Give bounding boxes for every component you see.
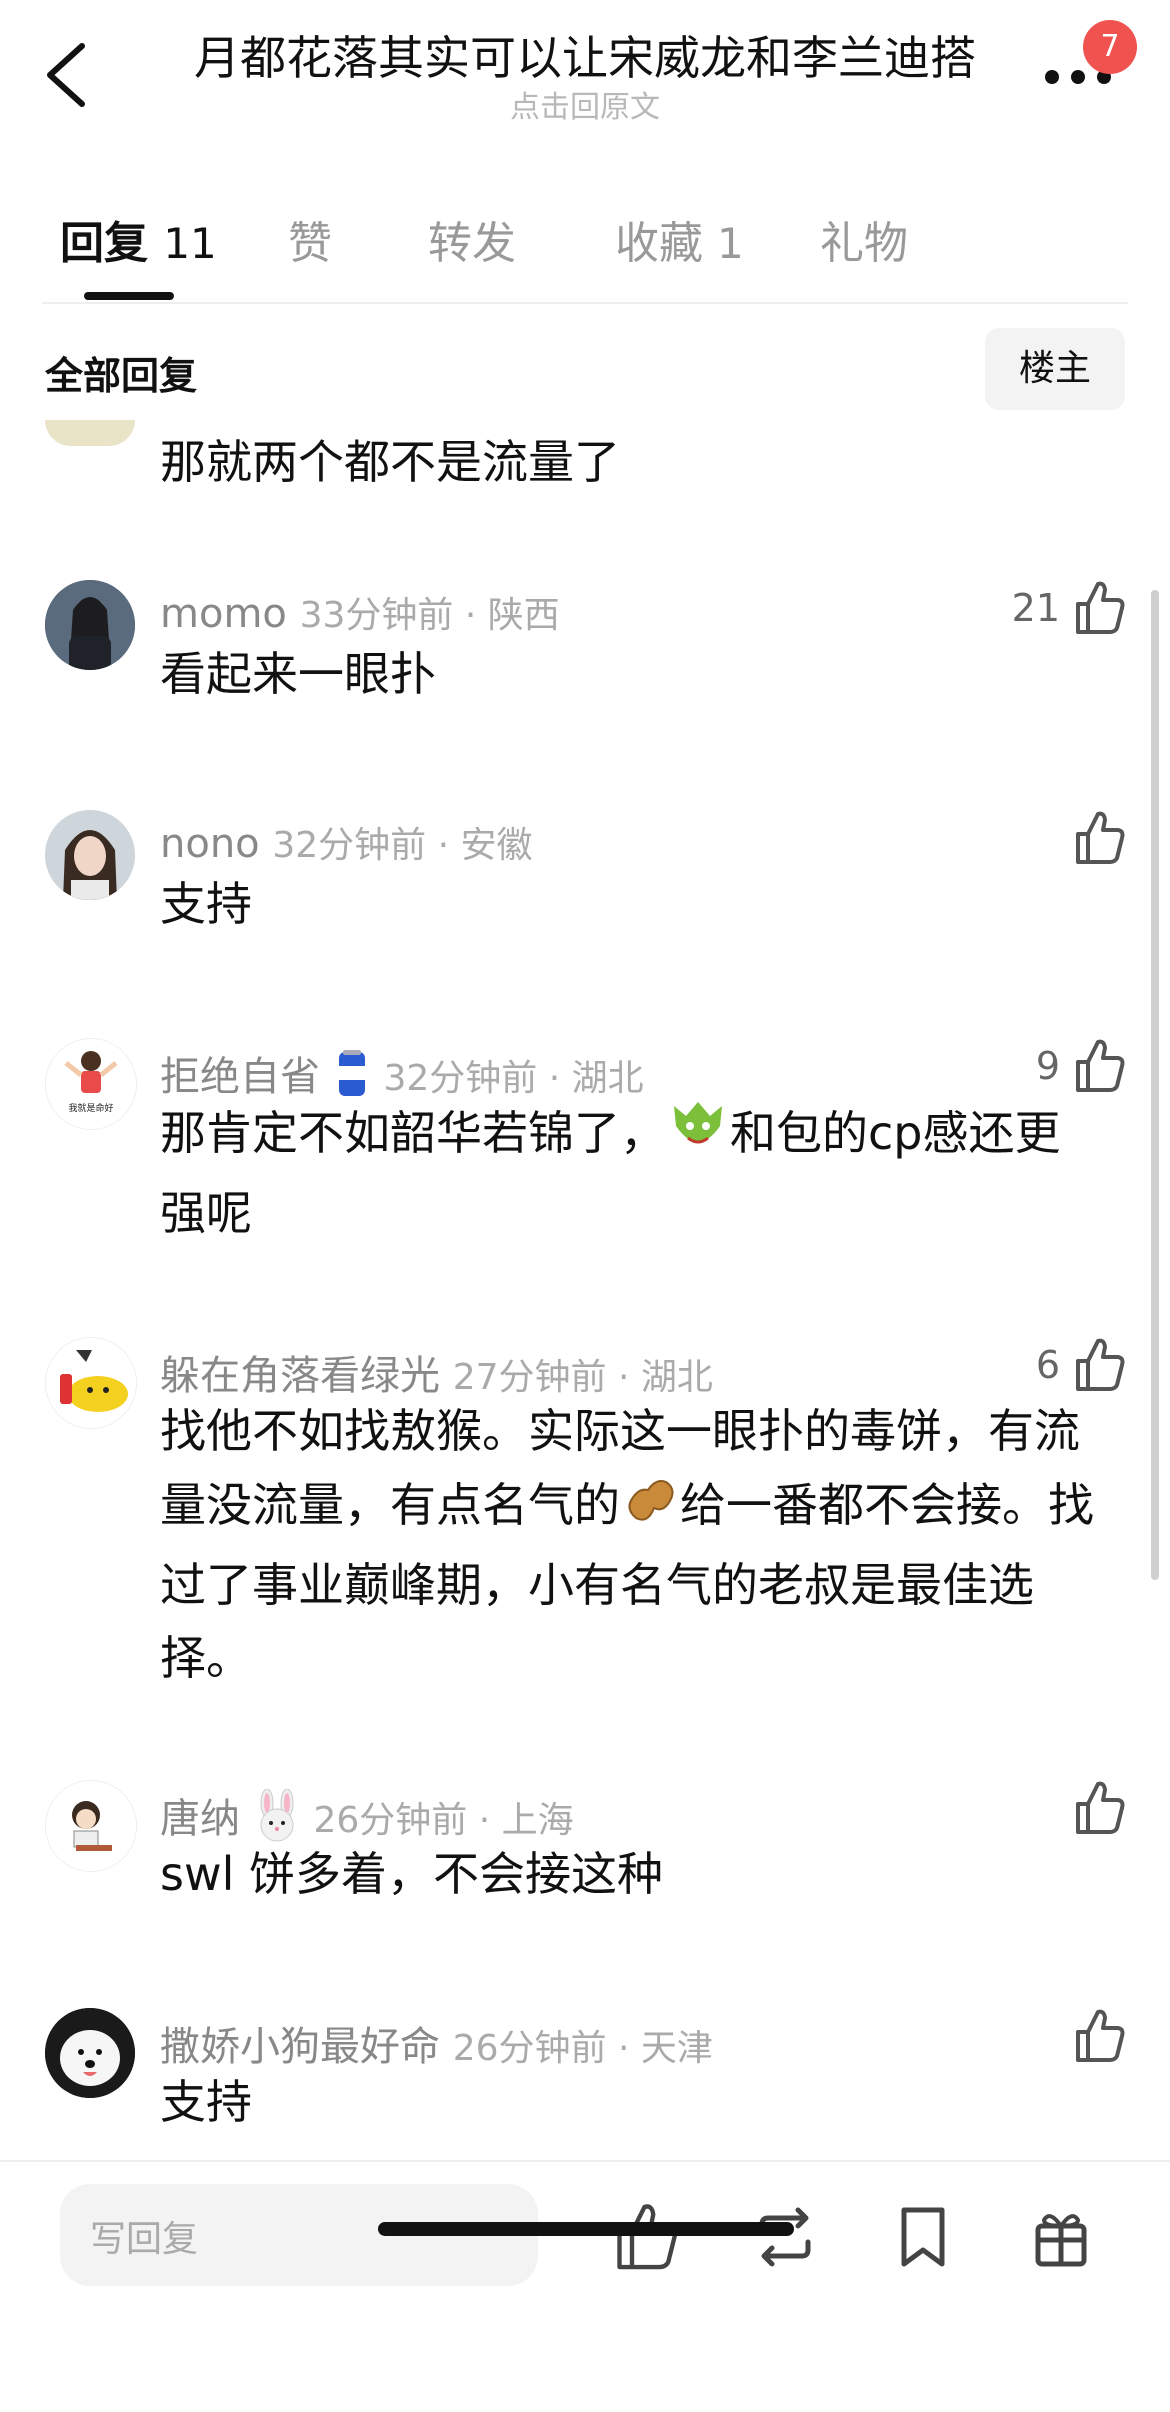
like-button[interactable]	[1066, 810, 1126, 870]
divider	[42, 302, 1128, 304]
like-count: 9	[1035, 1044, 1060, 1088]
comment-location: 湖北	[640, 1357, 713, 1398]
comment-text: 看起来一眼扑	[160, 647, 436, 701]
avatar[interactable]: 我就是命好	[45, 1038, 137, 1130]
repost-icon[interactable]	[750, 2202, 820, 2272]
avatar[interactable]	[45, 810, 135, 900]
comment-time: 26分钟前	[313, 1800, 468, 1841]
comment-location: 湖北	[571, 1058, 644, 1099]
tab-gifts[interactable]: 礼物	[820, 207, 908, 271]
comment-location: 陕西	[487, 595, 560, 636]
username[interactable]: momo	[160, 591, 287, 637]
owner-filter-button[interactable]: 楼主	[985, 328, 1125, 410]
like-button[interactable]: 6	[1016, 1337, 1126, 1397]
thumbs-up-icon	[1076, 1039, 1125, 1092]
tab-reposts-label: 转发	[428, 218, 516, 269]
username[interactable]: 唐纳	[160, 1796, 240, 1842]
avatar[interactable]	[45, 1337, 137, 1429]
like-button[interactable]: 9	[1016, 1038, 1126, 1098]
comment-text: 支持	[160, 877, 252, 931]
active-tab-indicator	[84, 292, 174, 300]
tab-replies[interactable]: 回复 11	[60, 207, 217, 271]
tab-favorites-count: 1	[717, 219, 744, 268]
comment-time: 27分钟前	[452, 1357, 607, 1398]
scrollbar[interactable]	[1151, 590, 1159, 1580]
comment-text: 那肯定不如韶华若锦了， 和包的cp感还更强呢	[160, 1096, 1100, 1250]
tab-bar: 回复 11 赞 转发 收藏 1 礼物	[0, 195, 1170, 305]
peanut-icon	[620, 1468, 680, 1549]
tab-replies-count: 11	[163, 219, 217, 268]
like-button[interactable]	[1066, 2008, 1126, 2068]
thumbs-up-icon	[1076, 811, 1125, 864]
tab-likes-label: 赞	[288, 218, 332, 269]
thumbs-up-icon	[1076, 2009, 1125, 2062]
comment-time: 32分钟前	[383, 1058, 538, 1099]
comment-time: 33分钟前	[299, 595, 454, 636]
like-count: 21	[1011, 586, 1060, 630]
back-to-original-link[interactable]: 点击回原文	[170, 82, 1000, 126]
comment-text: 找他不如找敖猴。实际这一眼扑的毒饼，有流量没流量，有点名气的 给一番都不会接。找过…	[160, 1395, 1100, 1695]
username[interactable]: 拒绝自省	[160, 1054, 320, 1100]
like-button[interactable]	[1066, 1780, 1126, 1840]
reply-placeholder: 写回复	[90, 2219, 199, 2260]
avatar[interactable]	[45, 1780, 137, 1872]
comment-location: 上海	[501, 1800, 574, 1841]
username[interactable]: nono	[160, 821, 260, 867]
avatar-caption: 我就是命好	[68, 1102, 113, 1114]
all-replies-label: 全部回复	[45, 354, 198, 398]
thumbs-up-icon	[1076, 581, 1125, 634]
comment-time: 26分钟前	[452, 2028, 607, 2069]
username[interactable]: 撒娇小狗最好命	[160, 2024, 440, 2070]
like-button[interactable]: 21	[996, 580, 1126, 640]
tab-reposts[interactable]: 转发	[428, 207, 516, 271]
avatar[interactable]	[45, 420, 135, 446]
thumbs-up-icon	[1076, 1338, 1125, 1391]
comment-text: swl 饼多着，不会接这种	[160, 1847, 663, 1901]
thumbs-up-icon	[1076, 1781, 1125, 1834]
tab-favorites[interactable]: 收藏 1	[615, 207, 744, 271]
dragon-face-icon	[666, 1096, 730, 1177]
home-indicator	[378, 2222, 794, 2236]
tab-replies-label: 回复	[60, 218, 148, 269]
top-bar: 月都花落其实可以让宋威龙和李兰迪搭 点击回原文 7	[0, 0, 1170, 150]
bookmark-icon[interactable]	[888, 2202, 958, 2272]
comment-text: 支持	[160, 2075, 252, 2129]
avatar[interactable]	[45, 580, 135, 670]
tab-likes[interactable]: 赞	[288, 207, 332, 271]
comment-time: 32分钟前	[272, 825, 427, 866]
bottom-action-bar: 写回复	[0, 2160, 1170, 2412]
comment-text: 那就两个都不是流量了	[160, 435, 620, 489]
comment-location: 天津	[640, 2028, 713, 2069]
username[interactable]: 躲在角落看绿光	[160, 1353, 440, 1399]
tab-favorites-label: 收藏	[615, 218, 703, 269]
comment-text-part: 那肯定不如韶华若锦了，	[160, 1106, 666, 1160]
back-icon[interactable]	[42, 40, 102, 110]
like-count: 6	[1035, 1343, 1060, 1387]
page-title: 月都花落其实可以让宋威龙和李兰迪搭	[194, 31, 976, 85]
like-icon[interactable]	[612, 2202, 682, 2272]
gift-icon[interactable]	[1026, 2202, 1096, 2272]
tab-gifts-label: 礼物	[820, 218, 908, 269]
notification-badge[interactable]: 7	[1083, 20, 1137, 74]
avatar[interactable]	[45, 2008, 135, 2098]
comment-location: 安徽	[460, 825, 533, 866]
